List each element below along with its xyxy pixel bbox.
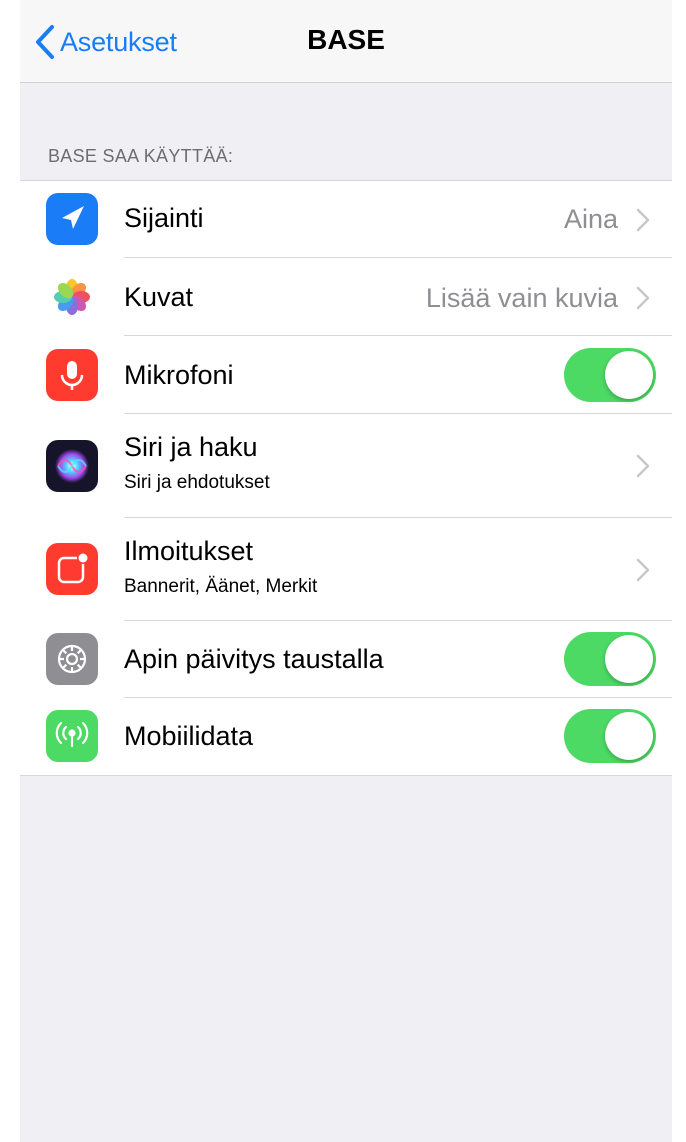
toggle-knob — [605, 635, 653, 683]
row-label: Sijainti — [124, 203, 204, 233]
row-notifications[interactable]: Ilmoitukset Bannerit, Äänet, Merkit — [20, 518, 672, 621]
navigation-bar: Asetukset BASE — [20, 0, 672, 83]
row-microphone: Mikrofoni — [20, 336, 672, 414]
row-value: Lisää vain kuvia — [425, 283, 618, 313]
photos-flower-icon — [46, 271, 98, 323]
microphone-icon — [46, 349, 98, 401]
chevron-right-icon — [636, 286, 650, 310]
row-label: Siri ja haku — [124, 432, 258, 462]
notifications-icon — [46, 543, 98, 595]
row-value: Aina — [563, 204, 618, 234]
chevron-right-icon — [636, 558, 650, 582]
permissions-list: Sijainti Aina Kuvat Lisää vain kuvia Mik… — [20, 180, 672, 776]
row-label: Apin päivitys taustalla — [124, 644, 384, 674]
row-photos[interactable]: Kuvat Lisää vain kuvia — [20, 258, 672, 336]
location-arrow-icon — [46, 193, 98, 245]
antenna-icon — [46, 710, 98, 762]
row-label: Ilmoitukset — [124, 536, 254, 566]
page-title: BASE — [307, 24, 385, 55]
row-background-refresh: Apin päivitys taustalla — [20, 621, 672, 698]
row-label: Mobiilidata — [124, 721, 254, 751]
chevron-right-icon — [636, 208, 650, 232]
settings-screen: Asetukset BASE BASE SAA KÄYTTÄÄ: Sijaint… — [20, 0, 672, 1142]
row-location[interactable]: Sijainti Aina — [20, 181, 672, 258]
cellular-toggle[interactable] — [564, 709, 656, 763]
microphone-toggle[interactable] — [564, 348, 656, 402]
background-refresh-toggle[interactable] — [564, 632, 656, 686]
row-cellular: Mobiilidata — [20, 698, 672, 775]
row-label: Mikrofoni — [124, 360, 234, 390]
row-label: Kuvat — [124, 282, 194, 312]
row-sublabel: Bannerit, Äänet, Merkit — [124, 576, 318, 597]
toggle-knob — [605, 351, 653, 399]
row-sublabel: Siri ja ehdotukset — [124, 472, 270, 493]
gear-icon — [46, 633, 98, 685]
row-siri[interactable]: Siri ja haku Siri ja ehdotukset — [20, 414, 672, 518]
section-header: BASE SAA KÄYTTÄÄ: — [48, 146, 234, 166]
chevron-right-icon — [636, 454, 650, 478]
toggle-knob — [605, 712, 653, 760]
siri-icon — [46, 440, 98, 492]
